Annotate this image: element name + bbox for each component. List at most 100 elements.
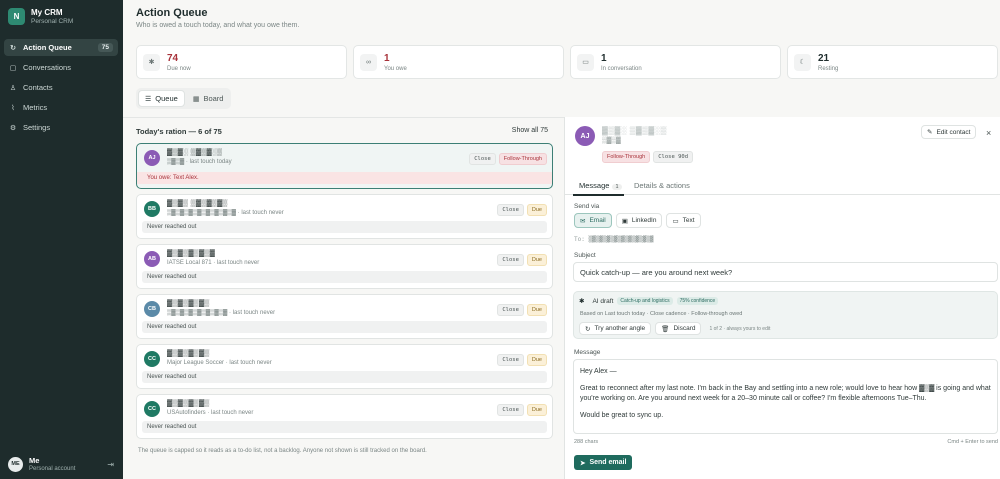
- sidebar-item-label: Contacts: [23, 83, 53, 92]
- sidebar-nav: ↻ Action Queue 75 ▢ Conversations ♙ Cont…: [4, 39, 118, 139]
- avatar: CC: [144, 401, 160, 417]
- user-account[interactable]: ME Me Personal account ⇥: [8, 456, 114, 472]
- send-email-button[interactable]: ➤ Send email: [574, 455, 633, 470]
- message-line: Hey Alex —: [580, 368, 617, 375]
- board-view-button[interactable]: ▦ Board: [187, 90, 230, 107]
- message-textarea[interactable]: Hey Alex — Great to reconnect after my l…: [573, 359, 998, 434]
- status-badge: Due: [526, 254, 547, 266]
- edit-contact-button[interactable]: ✎ Edit contact: [921, 125, 977, 139]
- stats-row: ✱ 74 Due now ∞ 1 You owe ▭ 1 In conversatio…: [136, 45, 998, 79]
- brand[interactable]: N My CRM Personal CRM: [8, 8, 73, 25]
- sidebar: N My CRM Personal CRM ↻ Action Queue 75 …: [0, 0, 123, 479]
- send-via-label: Send via: [574, 203, 600, 210]
- stat-label: Due now: [167, 65, 191, 72]
- card-note: Never reached out: [142, 421, 547, 433]
- queue-card[interactable]: CC ▓▒▓▒▓▒▓▒ USAutofinders · last touch n…: [136, 394, 553, 439]
- subject-label: Subject: [574, 252, 596, 259]
- queue-card[interactable]: AJ ▓▒▓░ ▒▓▒▓░▒ ▒▓▒▓ · last touch today C…: [136, 143, 553, 189]
- cadence-tag: Close: [497, 204, 524, 216]
- contact-subtitle: IATSE Local 871 · last touch never: [167, 260, 260, 266]
- page-title: Action Queue: [136, 7, 208, 19]
- cadence-tag: Close: [497, 404, 524, 416]
- chat-icon: ▢: [9, 64, 17, 72]
- email-channel-button[interactable]: ✉ Email: [574, 213, 612, 228]
- queue-header: Today's ration — 6 of 75 Show all 75: [136, 127, 548, 136]
- queue-card[interactable]: CC ▓▒▓▒▓▒▓▒ Major League Soccer · last t…: [136, 344, 553, 389]
- logout-icon[interactable]: ⇥: [107, 460, 114, 469]
- list-icon: ☰: [145, 95, 152, 103]
- sidebar-item-contacts[interactable]: ♙ Contacts: [4, 79, 118, 96]
- message-line: Great to reconnect after my last note. I…: [580, 384, 991, 403]
- stat-value: 21: [818, 52, 830, 64]
- avatar: BB: [144, 201, 160, 217]
- text-channel-button[interactable]: ▭ Text: [666, 213, 701, 228]
- refresh-icon: ↻: [585, 325, 591, 333]
- tab-count: 1: [612, 184, 622, 190]
- sidebar-item-metrics[interactable]: ⌇ Metrics: [4, 99, 118, 116]
- avatar: CC: [144, 351, 160, 367]
- avatar: CB: [144, 301, 160, 317]
- ai-basis-text: Based on Last touch today · Close cadenc…: [580, 311, 743, 317]
- stat-value: 1: [601, 52, 607, 64]
- contact-name: ▓▒▓▒▓▒▓▒: [167, 400, 210, 407]
- contact-name: ▓▒▓▒▓▒▓▒: [167, 350, 210, 357]
- channel-label: Text: [682, 217, 695, 224]
- brand-logo: N: [8, 8, 25, 25]
- ai-draft-panel: ✱ AI draft Catch-up and logistics 75% co…: [573, 291, 998, 339]
- channel-label: LinkedIn: [631, 217, 657, 224]
- tab-details-actions[interactable]: Details & actions: [634, 181, 690, 190]
- mail-icon: ✉: [580, 217, 586, 225]
- message-label: Message: [574, 349, 601, 356]
- draft-counter: 1 of 2 · always yours to edit: [709, 325, 771, 332]
- cadence-tag: Close: [497, 254, 524, 266]
- queue-card[interactable]: CB ▓▒▓▒▓▒▓▒ ▒▓▒▓▒▓▒▓▒▓▒▓▒▓ · last touch …: [136, 294, 553, 339]
- stat-label: Resting: [818, 65, 839, 72]
- sidebar-item-conversations[interactable]: ▢ Conversations: [4, 59, 118, 76]
- ai-intent-chip: Catch-up and logistics: [617, 297, 673, 305]
- queue-card[interactable]: BB ▓▒▓▒ ▒▓▒▓▒▓▒ ▒▓▒▓▒▓▒▓▒▓▒▓▒▓▒▓ · last …: [136, 194, 553, 239]
- stat-value: 74: [167, 52, 179, 64]
- tab-message[interactable]: Message 1: [579, 181, 622, 190]
- cadence-tag: Close: [469, 153, 496, 165]
- discard-button[interactable]: 🗑 Discard: [655, 322, 702, 335]
- char-count: 288 chars: [574, 439, 599, 445]
- contact-name: ▓▒▓░ ▒▓▒▓░▒: [167, 149, 223, 156]
- card-note: Never reached out: [142, 321, 547, 333]
- status-badge: Due: [526, 204, 547, 216]
- close-icon[interactable]: ×: [986, 128, 991, 138]
- contact-subtitle: ▒▓▒▓▒▓▒▓▒▓▒▓▒▓▒▓ · last touch never: [167, 210, 284, 216]
- status-badge: Due: [526, 404, 547, 416]
- grid-icon: ▦: [192, 95, 200, 103]
- avatar: AJ: [575, 126, 595, 146]
- contact-name: ▓▒▓▒▓▒▓▒▓: [167, 250, 216, 257]
- queue-view-label: Queue: [155, 94, 178, 103]
- send-icon: ➤: [580, 459, 586, 467]
- divider: [123, 117, 564, 118]
- chat-icon: ▭: [672, 217, 679, 225]
- active-tab-underline: [573, 194, 624, 196]
- sidebar-item-action-queue[interactable]: ↻ Action Queue 75: [4, 39, 118, 56]
- try-another-angle-button[interactable]: ↻ Try another angle: [579, 322, 652, 335]
- link-icon: ∞: [360, 53, 377, 71]
- status-badge: Due: [526, 304, 547, 316]
- show-all-link[interactable]: Show all 75: [512, 127, 548, 136]
- contact-subtitle: USAutofinders · last touch never: [167, 410, 254, 416]
- subject-input[interactable]: Quick catch-up — are you around next wee…: [573, 262, 998, 282]
- queue-view-button[interactable]: ☰ Queue: [138, 90, 185, 107]
- sidebar-item-settings[interactable]: ⚙ Settings: [4, 119, 118, 136]
- gear-icon: ⚙: [9, 124, 17, 132]
- ai-draft-title: AI draft: [592, 297, 614, 305]
- avatar: ME: [8, 456, 23, 472]
- contact-subtitle: ▒▓▒▓▒▓▒▓▒▓▒▓▒▓ · last touch never: [167, 310, 276, 316]
- linkedin-channel-button[interactable]: ▣ LinkedIn: [615, 213, 663, 228]
- sparkle-icon: ✱: [143, 53, 160, 71]
- send-label: Send email: [589, 459, 627, 466]
- sidebar-item-label: Metrics: [23, 103, 48, 112]
- queue-card[interactable]: AB ▓▒▓▒▓▒▓▒▓ IATSE Local 871 · last touc…: [136, 244, 553, 289]
- stat-resting: ☾ 21 Resting: [787, 45, 998, 79]
- sidebar-item-label: Settings: [23, 123, 51, 132]
- cadence-tag: Close: [497, 304, 524, 316]
- card-note: Never reached out: [142, 221, 547, 233]
- linkedin-icon: ▣: [621, 217, 628, 225]
- pencil-icon: ✎: [927, 129, 933, 136]
